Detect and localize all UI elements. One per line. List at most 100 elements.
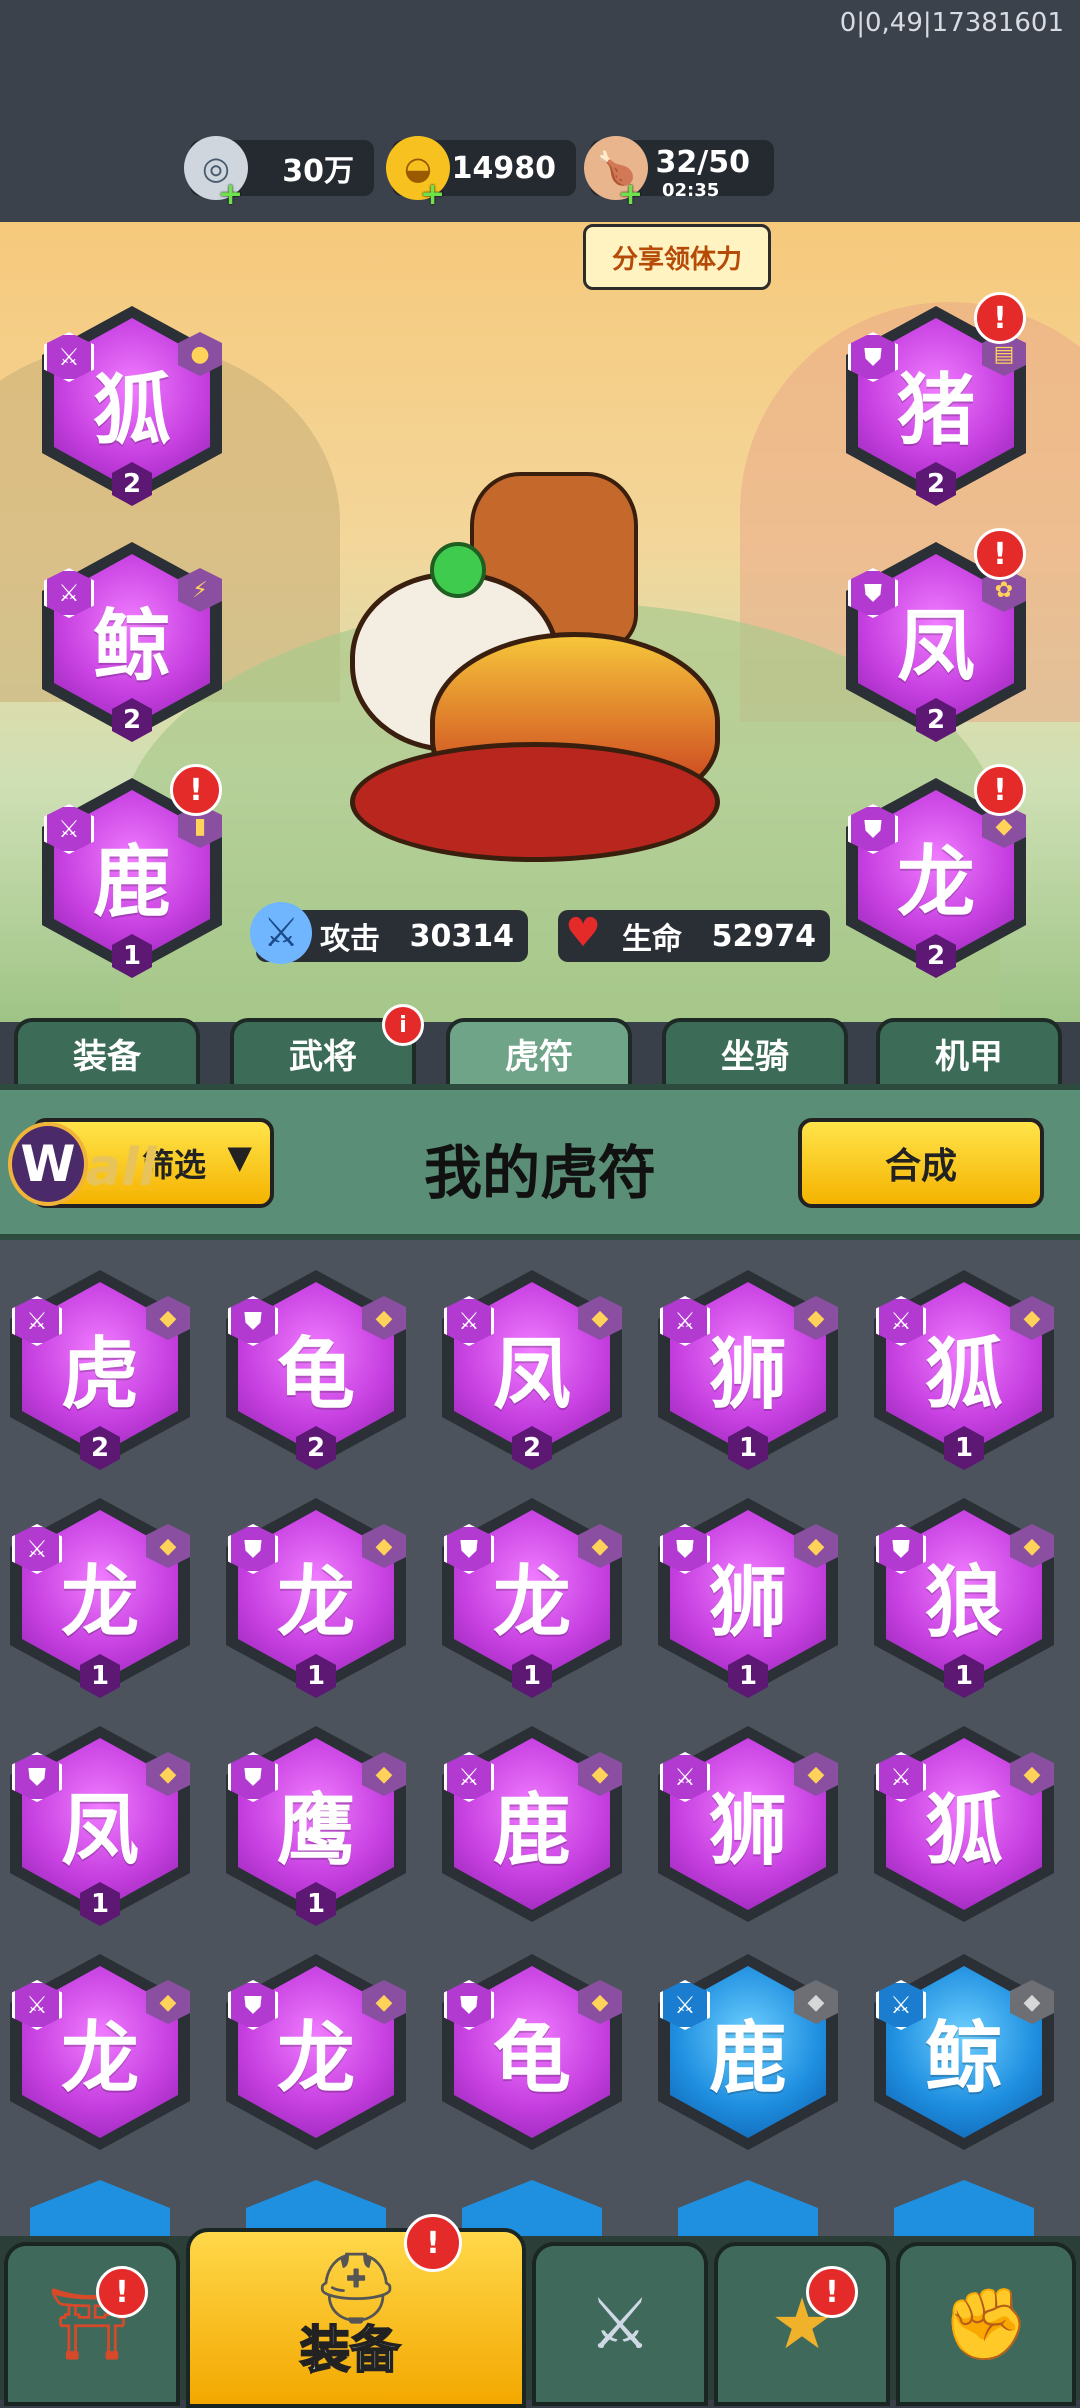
share-stamina-button[interactable]: 分享领体力	[583, 224, 771, 290]
tally-glyph: 鹿	[708, 2014, 787, 2104]
tally-card-partial[interactable]	[894, 2180, 1034, 2240]
tally-card[interactable]: 凤 ⛊ ◆ 1	[10, 1726, 190, 1926]
upgrade-fist-icon: ✊	[942, 2282, 1030, 2365]
tab-tiger-tally[interactable]: 虎符	[446, 1018, 632, 1084]
tally-card[interactable]: 龙 ⛊ ◆ 1	[226, 1498, 406, 1698]
merge-button[interactable]: 合成	[798, 1118, 1044, 1208]
tally-glyph: 龙	[276, 2014, 355, 2104]
tally-glyph: 鹰	[276, 1786, 355, 1876]
alert-badge: !	[806, 2266, 858, 2318]
tally-card[interactable]: 狼 ⛊ ◆ 1	[874, 1498, 1054, 1698]
tally-card-partial[interactable]	[30, 2180, 170, 2240]
tally-glyph: 龟	[276, 1330, 355, 1420]
tally-card[interactable]: 鹿 ⚔ ◆	[442, 1726, 622, 1922]
tally-glyph: 龙	[60, 2014, 139, 2104]
equipped-tally-left-3[interactable]: 鹿 ⚔ ▮ 1 !	[42, 764, 222, 978]
debug-id-text: 0|0,49|17381601	[839, 8, 1064, 38]
alert-badge: !	[974, 292, 1026, 344]
tally-card[interactable]: 龙 ⛊ ◆ 1	[442, 1498, 622, 1698]
add-coin-icon[interactable]: +	[218, 177, 243, 212]
equipped-tally-right-2[interactable]: 凤 ⛊ ✿ 2 !	[846, 528, 1026, 742]
alert-badge: !	[96, 2266, 148, 2318]
tally-glyph: 龙	[896, 838, 975, 928]
alert-badge: !	[404, 2214, 462, 2272]
alert-badge: !	[974, 528, 1026, 580]
tally-card[interactable]: 虎 ⚔ ◆ 2	[10, 1270, 190, 1470]
bottom-nav: ⛩ ! ⛑ ! ⚔ ★ ! ✊	[0, 2214, 1080, 2408]
add-gold-icon[interactable]: +	[420, 177, 445, 212]
tally-glyph: 鲸	[924, 2014, 1003, 2104]
tally-card[interactable]: 凤 ⚔ ◆ 2	[442, 1270, 622, 1470]
tally-glyph: 鹿	[92, 838, 171, 928]
tally-card[interactable]: 狮 ⚔ ◆ 1	[658, 1270, 838, 1470]
stamina-value: 32/50	[655, 144, 750, 180]
tally-panel-header: 筛选 ▼ W all 我的虎符 合成	[0, 1084, 1080, 1240]
battle-swords-icon: ⚔	[588, 2283, 652, 2365]
tally-card[interactable]: 龙 ⛊ ◆	[226, 1954, 406, 2150]
nav-battle[interactable]: ⚔	[532, 2242, 708, 2406]
tab-equipment[interactable]: 装备	[14, 1018, 200, 1084]
coin-value: 30万	[282, 154, 354, 189]
tally-glyph: 鹿	[492, 1786, 571, 1876]
tally-glyph: 狐	[92, 366, 171, 456]
tally-glyph: 狮	[708, 1330, 787, 1420]
tally-glyph: 猪	[896, 366, 975, 456]
tally-glyph: 凤	[60, 1786, 139, 1876]
alert-badge: !	[974, 764, 1026, 816]
tally-glyph: 虎	[60, 1330, 139, 1420]
stamina-counter[interactable]: 🍗 + 32/50 02:35	[584, 136, 774, 212]
tally-card[interactable]: 狮 ⛊ ◆ 1	[658, 1498, 838, 1698]
tally-card[interactable]: 鲸 ⚔ ◆	[874, 1954, 1054, 2150]
nav-upgrade[interactable]: ✊	[896, 2242, 1076, 2406]
top-bar: 0|0,49|17381601 ◎ + 30万 ◒ + 14980 🍗 + 32…	[0, 0, 1080, 222]
attack-stat: ⚔ 攻击 30314	[250, 902, 528, 964]
tally-card[interactable]: 鹰 ⛊ ◆ 1	[226, 1726, 406, 1926]
nav-shop[interactable]: ⛩ !	[4, 2242, 180, 2406]
attack-label: 攻击	[320, 922, 380, 957]
alert-badge: !	[170, 764, 222, 816]
tally-glyph: 龙	[276, 1558, 355, 1648]
equipped-tally-left-1[interactable]: 狐 ⚔ ● 2	[42, 306, 222, 506]
nav-equipment-label: 装备	[299, 2320, 401, 2380]
tally-glyph: 龙	[492, 1558, 571, 1648]
nav-heroes[interactable]: ★ !	[714, 2242, 890, 2406]
sword-icon: ⚔	[250, 902, 312, 964]
tally-glyph: 鲸	[92, 602, 171, 692]
tally-card[interactable]: 龙 ⚔ ◆ 1	[10, 1498, 190, 1698]
tally-glyph: 狐	[924, 1330, 1003, 1420]
tally-card[interactable]: 鹿 ⚔ ◆	[658, 1954, 838, 2150]
gold-counter[interactable]: ◒ + 14980	[386, 136, 576, 212]
category-tabs: 装备 武将 i 虎符 坐骑 机甲	[0, 1004, 1080, 1084]
tally-glyph: 狮	[708, 1786, 787, 1876]
tally-card[interactable]: 龟 ⛊ ◆ 2	[226, 1270, 406, 1470]
tally-glyph: 凤	[492, 1330, 571, 1420]
hp-value: 52974	[711, 918, 816, 954]
tally-card[interactable]: 狐 ⚔ ◆ 1	[874, 1270, 1054, 1470]
tally-card[interactable]: 狮 ⚔ ◆	[658, 1726, 838, 1922]
equipped-tally-left-2[interactable]: 鲸 ⚔ ⚡ 2	[42, 542, 222, 742]
hp-label: 生命	[622, 922, 682, 957]
tally-grid: 虎 ⚔ ◆ 2 龟 ⛊ ◆ 2 凤 ⚔ ◆ 2 狮 ⚔ ◆ 1 狐 ⚔ ◆ 1 龙 ⚔ ◆ 1 龙 ⛊ ◆ 1 龙 ⛊ ◆ 1 狮 ⛊ ◆ 1 狼 ⛊ ◆ 1…	[0, 1240, 1080, 2240]
tally-card[interactable]: 龙 ⚔ ◆	[10, 1954, 190, 2150]
tally-card[interactable]: 狐 ⚔ ◆	[874, 1726, 1054, 1922]
tally-glyph: 狼	[924, 1558, 1003, 1648]
equipped-tally-right-1[interactable]: 猪 ⛊ ▤ 2 !	[846, 292, 1026, 506]
tab-mount[interactable]: 坐骑	[662, 1018, 848, 1084]
hp-stat: ♥ 生命 52974	[558, 910, 830, 962]
heart-icon: ♥	[565, 910, 601, 956]
tab-alert-badge: i	[382, 1004, 424, 1046]
stamina-timer: 02:35	[662, 180, 720, 201]
add-stamina-icon[interactable]: +	[618, 177, 643, 212]
tally-card-partial[interactable]	[678, 2180, 818, 2240]
tally-glyph: 凤	[896, 602, 975, 692]
attack-value: 30314	[409, 918, 514, 954]
tab-mecha[interactable]: 机甲	[876, 1018, 1062, 1084]
coin-counter[interactable]: ◎ + 30万	[184, 136, 374, 212]
equipped-tally-right-3[interactable]: 龙 ⛊ ◆ 2 !	[846, 764, 1026, 978]
tally-card[interactable]: 龟 ⛊ ◆	[442, 1954, 622, 2150]
tally-glyph: 狐	[924, 1786, 1003, 1876]
gold-value: 14980	[451, 150, 556, 186]
hero-scene: 狐 ⚔ ● 2 鲸 ⚔ ⚡ 2 鹿 ⚔ ▮ 1 ! 猪 ⛊ ▤ 2 ! 凤 ⛊ …	[0, 222, 1080, 1022]
tally-glyph: 狮	[708, 1558, 787, 1648]
hero-character[interactable]	[330, 442, 750, 862]
